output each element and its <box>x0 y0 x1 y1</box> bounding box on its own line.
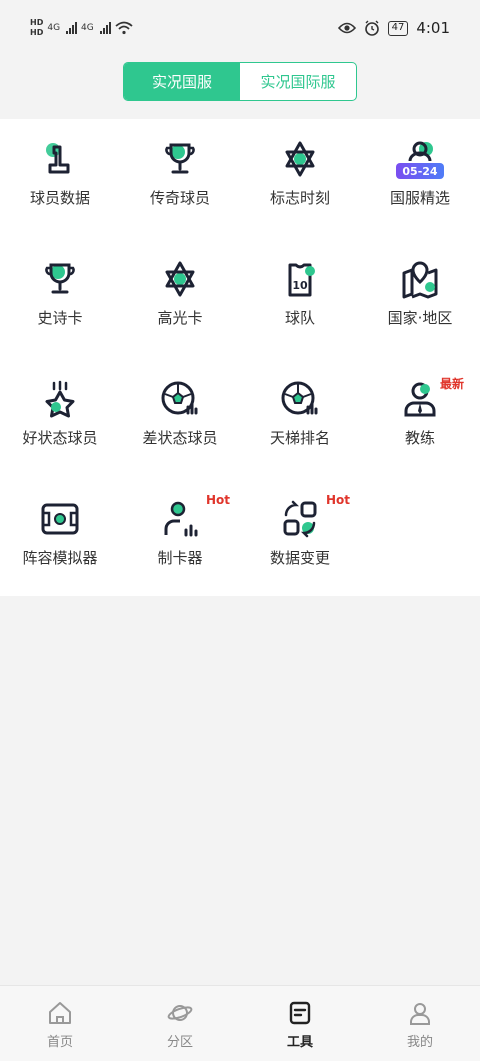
tab-label: 首页 <box>46 1035 73 1050</box>
tool-label: 好状态球员 <box>22 429 98 447</box>
tab-tools[interactable]: 工具 <box>240 986 360 1061</box>
tab-label: 分区 <box>166 1035 193 1050</box>
tool-bad-form-players[interactable]: 差状态球员 <box>120 359 240 479</box>
tool-country-region[interactable]: 国家·地区 <box>360 239 480 359</box>
tab-zones[interactable]: 分区 <box>120 986 240 1061</box>
date-badge: 05-24 <box>396 163 444 179</box>
signal-icon <box>66 22 78 34</box>
wifi-icon <box>115 21 133 35</box>
status-right: 47 4:01 <box>337 19 450 37</box>
tool-ladder-ranking[interactable]: 天梯排名 <box>240 359 360 479</box>
tool-label: 传奇球员 <box>149 189 210 207</box>
clock: 4:01 <box>416 19 450 37</box>
tool-label: 天梯排名 <box>269 429 330 447</box>
segment-tab-cn-server[interactable]: 实况国服 <box>124 63 240 100</box>
jersey-number: 10 <box>292 279 308 292</box>
tool-label: 阵容模拟器 <box>22 549 98 567</box>
network-label-1: 4G <box>47 23 61 33</box>
tool-legend-players[interactable]: 传奇球员 <box>120 119 240 239</box>
battery-icon: 47 <box>387 20 409 36</box>
tab-label: 工具 <box>286 1035 313 1050</box>
tool-label: 国家·地区 <box>387 309 453 327</box>
segment-tab-global-server[interactable]: 实况国际服 <box>240 63 356 100</box>
home-icon <box>49 1002 71 1024</box>
star-icon <box>40 379 80 419</box>
status-bar: HD HD 4G 4G 47 4:01 <box>0 0 480 56</box>
tool-data-changes[interactable]: 数据变更 Hot <box>240 479 360 599</box>
coach-icon <box>400 379 440 419</box>
ball-chart-icon <box>280 379 320 419</box>
data-change-icon <box>280 499 320 539</box>
tool-label: 球队 <box>284 309 315 327</box>
bottom-tab-bar: 首页 分区 工具 我的 <box>0 985 480 1061</box>
tool-epic-card[interactable]: 史诗卡 <box>0 239 120 359</box>
card-maker-icon <box>160 499 200 539</box>
alarm-icon <box>364 20 379 36</box>
tool-label: 球员数据 <box>29 189 90 207</box>
trophy-icon <box>160 139 200 179</box>
hd-indicator: HD HD <box>30 18 43 38</box>
trophy-icon <box>40 259 80 299</box>
tab-home[interactable]: 首页 <box>0 986 120 1061</box>
tab-me[interactable]: 我的 <box>360 986 480 1061</box>
tools-icon <box>289 1001 311 1025</box>
network-label-2: 4G <box>81 23 94 33</box>
tool-teams[interactable]: 10 球队 <box>240 239 360 359</box>
tool-label: 标志时刻 <box>269 189 330 207</box>
map-pin-icon <box>400 259 440 299</box>
hd-label-1: HD <box>30 18 44 27</box>
player-number-icon <box>40 139 80 179</box>
hot-badge: Hot <box>326 493 351 507</box>
planet-icon <box>167 1005 193 1021</box>
tool-label: 高光卡 <box>157 309 203 327</box>
hd-label-2: HD <box>30 28 44 37</box>
tool-label: 教练 <box>404 429 435 447</box>
signal-icon-2 <box>99 22 111 34</box>
tools-panel: 球员数据 传奇球员 标志时刻 05-24 国服精选 史诗卡 高光卡 10 球队 … <box>0 119 480 596</box>
player-select-icon: 05-24 <box>396 139 444 179</box>
tool-card-maker[interactable]: 制卡器 Hot <box>120 479 240 599</box>
star-of-david-icon <box>280 139 320 179</box>
tool-label: 数据变更 <box>269 549 330 567</box>
tool-label: 差状态球员 <box>142 429 218 447</box>
tab-label: 我的 <box>406 1035 433 1050</box>
hot-badge: Hot <box>206 493 231 507</box>
ball-chart-icon <box>160 379 200 419</box>
jersey-icon: 10 <box>280 259 320 299</box>
tool-label: 制卡器 <box>157 549 203 567</box>
status-left: HD HD 4G 4G <box>30 18 133 38</box>
tool-iconic-moments[interactable]: 标志时刻 <box>240 119 360 239</box>
star-of-david-icon <box>160 259 200 299</box>
tool-label: 史诗卡 <box>37 309 83 327</box>
user-icon <box>410 1003 430 1025</box>
server-segment-control: 实况国服 实况国际服 <box>123 62 357 101</box>
tool-label: 国服精选 <box>389 189 450 207</box>
tool-coach[interactable]: 教练 最新 <box>360 359 480 479</box>
new-badge: 最新 <box>440 377 465 391</box>
tool-good-form-players[interactable]: 好状态球员 <box>0 359 120 479</box>
pitch-icon <box>40 499 80 539</box>
eye-icon <box>337 22 356 34</box>
tool-highlight-card[interactable]: 高光卡 <box>120 239 240 359</box>
tool-cn-selection[interactable]: 05-24 国服精选 <box>360 119 480 239</box>
tool-player-data[interactable]: 球员数据 <box>0 119 120 239</box>
tool-lineup-simulator[interactable]: 阵容模拟器 <box>0 479 120 599</box>
